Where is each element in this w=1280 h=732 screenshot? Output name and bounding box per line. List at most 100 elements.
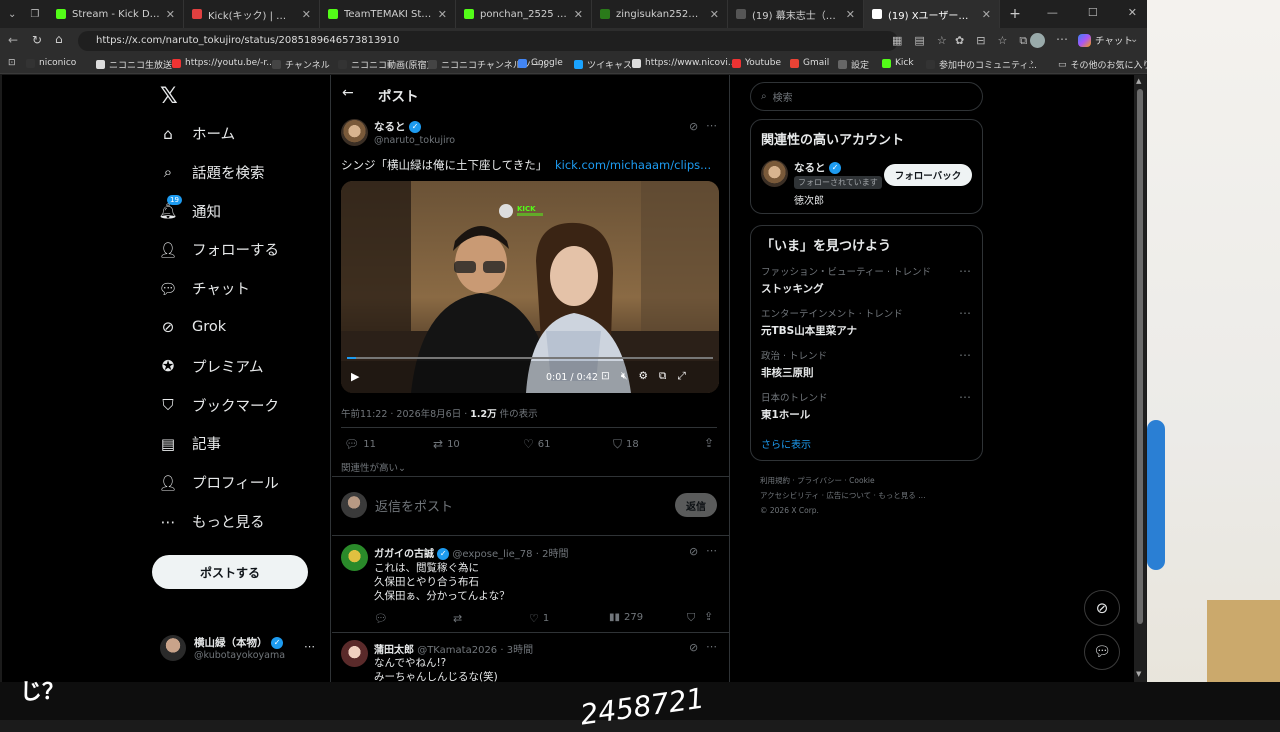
bookmark-item[interactable]: ニコニコ動画(原宿) bbox=[338, 58, 430, 71]
new-tab-button[interactable]: + bbox=[1000, 6, 1030, 22]
pip-icon[interactable]: ⧉ bbox=[659, 370, 667, 383]
close-tab-icon[interactable]: ✕ bbox=[710, 8, 719, 21]
follow-back-button[interactable]: フォローバック bbox=[884, 164, 972, 186]
trend-item[interactable]: ファッション・ビューティー · トレンド ストッキング bbox=[761, 264, 931, 296]
trend-more-icon[interactable]: ⋯ bbox=[959, 264, 971, 278]
reply-views-action[interactable]: ▮▮ 279 bbox=[609, 612, 643, 623]
favorite-star-icon[interactable]: ☆ bbox=[937, 34, 947, 47]
search-box[interactable]: ⌕ 検索 bbox=[750, 82, 983, 111]
scroll-up-icon[interactable]: ▲ bbox=[1136, 77, 1141, 85]
grok-explain-icon[interactable]: ⊘ bbox=[689, 120, 698, 133]
bookmark-item[interactable]: Kick bbox=[882, 58, 914, 68]
captions-icon[interactable]: ⊡ bbox=[601, 370, 610, 383]
play-icon[interactable]: ▶ bbox=[351, 370, 359, 383]
footer-link[interactable]: プライバシー bbox=[797, 476, 842, 485]
like-action[interactable]: ♡ 61 bbox=[523, 437, 551, 451]
trend-item[interactable]: エンターテインメント · トレンド 元TBS山本里菜アナ bbox=[761, 306, 903, 338]
post-video[interactable]: KICK ▶ 0:01 / 0:42 ⊡ 🔇︎ ⚙ ⧉ ⤢ bbox=[341, 181, 719, 393]
reply-author-name[interactable]: ガガイの古誠 bbox=[374, 549, 434, 560]
browser-tab[interactable]: Kick(キック) | リアルタイムランキ ✕ bbox=[184, 0, 320, 28]
reply-like-action[interactable]: ♡ 1 bbox=[529, 612, 549, 625]
minimize-icon[interactable]: — bbox=[1047, 6, 1058, 19]
chat-float-button[interactable]: 💬︎ bbox=[1084, 634, 1120, 670]
reply-time[interactable]: 2時間 bbox=[542, 549, 568, 560]
reply-reply-action[interactable]: 💬︎ bbox=[374, 612, 388, 625]
close-tab-icon[interactable]: ✕ bbox=[982, 8, 991, 21]
trend-more-icon[interactable]: ⋯ bbox=[959, 348, 971, 362]
bookmark-item[interactable]: Youtube bbox=[732, 58, 781, 68]
related-avatar[interactable] bbox=[761, 160, 788, 187]
grok-float-button[interactable]: ⊘ bbox=[1084, 590, 1120, 626]
account-more-icon[interactable]: ⋯ bbox=[304, 640, 315, 653]
sidebar-item-chat[interactable]: 💬︎ チャット bbox=[158, 278, 249, 299]
chevron-right-icon[interactable]: › bbox=[1030, 58, 1034, 68]
footer-link[interactable]: アクセシビリティ bbox=[760, 491, 819, 500]
sidebar-item-article[interactable]: ▤ 記事 bbox=[158, 433, 221, 454]
bookmark-item[interactable]: niconico bbox=[26, 58, 76, 68]
reply-more-icon[interactable]: ⋯ bbox=[706, 544, 717, 557]
browser-tab[interactable]: (19) Xユーザーのなるとさん「シ ✕ bbox=[864, 0, 1000, 28]
back-arrow-icon[interactable]: ← bbox=[342, 85, 354, 101]
close-tab-icon[interactable]: ✕ bbox=[302, 8, 311, 21]
menu-dots-icon[interactable]: ⋯ bbox=[1056, 32, 1068, 46]
bookmark-action[interactable]: ⛉ 18 bbox=[613, 437, 639, 452]
trend-item[interactable]: 政治 · トレンド 非核三原則 bbox=[761, 348, 827, 380]
profile-avatar[interactable] bbox=[1030, 33, 1045, 48]
bookmark-item[interactable]: チャンネル bbox=[272, 58, 330, 71]
bookmark-item[interactable]: ニコニコ生放送 bbox=[96, 58, 172, 71]
maximize-icon[interactable]: ☐ bbox=[1088, 6, 1098, 19]
sidebar-item-bookmark[interactable]: ⛉ ブックマーク bbox=[158, 395, 279, 416]
bookmark-icon[interactable]: ⛉ bbox=[687, 611, 695, 625]
x-logo-icon[interactable]: 𝕏 bbox=[160, 84, 178, 109]
workspaces-icon[interactable]: ❐ bbox=[30, 9, 39, 20]
bookmark-item[interactable]: ツイキャス bbox=[574, 58, 632, 71]
browser-tab[interactable]: zingisukan2525 Stream - W ✕ bbox=[592, 0, 728, 28]
chevron-down-icon[interactable]: ⌄ bbox=[1130, 34, 1138, 45]
browser-tab[interactable]: Stream - Kick Dashboard ✕ bbox=[48, 0, 184, 28]
collections-icon[interactable]: ⧉ bbox=[1019, 34, 1027, 48]
favorites-icon[interactable]: ☆ bbox=[997, 34, 1007, 48]
show-more-link[interactable]: さらに表示 bbox=[761, 436, 811, 451]
post-author-avatar[interactable] bbox=[341, 119, 368, 146]
extensions-icon[interactable]: ✿ bbox=[955, 34, 964, 48]
scroll-thumb[interactable] bbox=[1137, 89, 1143, 624]
reader-icon[interactable]: ▤ bbox=[914, 34, 924, 47]
bookmark-item[interactable]: https://www.nicovi... bbox=[632, 58, 736, 68]
grok-explain-icon[interactable]: ⊘ bbox=[689, 641, 698, 654]
mute-icon[interactable]: 🔇︎ bbox=[621, 370, 628, 383]
post-author-handle[interactable]: @naruto_tokujiro bbox=[374, 135, 455, 146]
post-author-name[interactable]: なると bbox=[374, 121, 406, 133]
post-timestamp[interactable]: 午前11:22 · 2026年8月6日 · bbox=[341, 409, 470, 420]
app-icon[interactable]: ▦ bbox=[892, 34, 902, 47]
bookmark-item[interactable]: Gmail bbox=[790, 58, 829, 68]
reply-input[interactable]: 返信をポスト bbox=[375, 496, 453, 515]
back-icon[interactable]: ← bbox=[8, 33, 18, 47]
share-icon[interactable]: ⇪ bbox=[704, 436, 714, 450]
tab-list-icon[interactable]: ⌄ bbox=[8, 9, 16, 20]
post-link[interactable]: kick.com/michaaam/clips... bbox=[555, 158, 711, 172]
share-icon[interactable]: ⇪ bbox=[704, 610, 713, 623]
bookmark-item[interactable]: 設定 bbox=[838, 58, 869, 71]
bookmark-item[interactable]: Google bbox=[518, 58, 563, 68]
post-more-icon[interactable]: ⋯ bbox=[706, 119, 717, 132]
post-compose-button[interactable]: ポストする bbox=[152, 555, 308, 589]
trend-item[interactable]: 日本のトレンド 東1ホール bbox=[761, 390, 828, 422]
sidebar-item-premium[interactable]: ✪ プレミアム bbox=[158, 356, 264, 377]
footer-link[interactable]: もっと見る … bbox=[878, 491, 925, 500]
footer-link[interactable]: 利用規約 bbox=[760, 476, 790, 485]
account-switcher[interactable]: 横山緑（本物） ✓ @kubotayokoyama bbox=[160, 635, 285, 661]
reply-time[interactable]: 3時間 bbox=[507, 645, 533, 656]
reply-more-icon[interactable]: ⋯ bbox=[706, 640, 717, 653]
sidebar-item-home[interactable]: ⌂ ホーム bbox=[158, 123, 235, 144]
copilot-chat-button[interactable]: チャット bbox=[1078, 33, 1133, 47]
reply-repost-action[interactable]: ⇄ bbox=[453, 612, 462, 625]
fullscreen-icon[interactable]: ⤢ bbox=[677, 370, 685, 383]
browser-tab[interactable]: (19) 幕末志士（@kirizaki_e ✕ bbox=[728, 0, 864, 28]
bookmarks-toggle-icon[interactable]: ⊡ bbox=[8, 58, 16, 68]
close-tab-icon[interactable]: ✕ bbox=[846, 8, 855, 21]
reload-icon[interactable]: ↻ bbox=[32, 33, 42, 47]
bookmark-item[interactable]: 参加中のコミュニティ... bbox=[926, 58, 1037, 71]
reply-avatar[interactable] bbox=[341, 640, 368, 667]
reply-avatar[interactable] bbox=[341, 544, 368, 571]
browser-tab[interactable]: TeamTEMAKI Stream - Wat ✕ bbox=[320, 0, 456, 28]
